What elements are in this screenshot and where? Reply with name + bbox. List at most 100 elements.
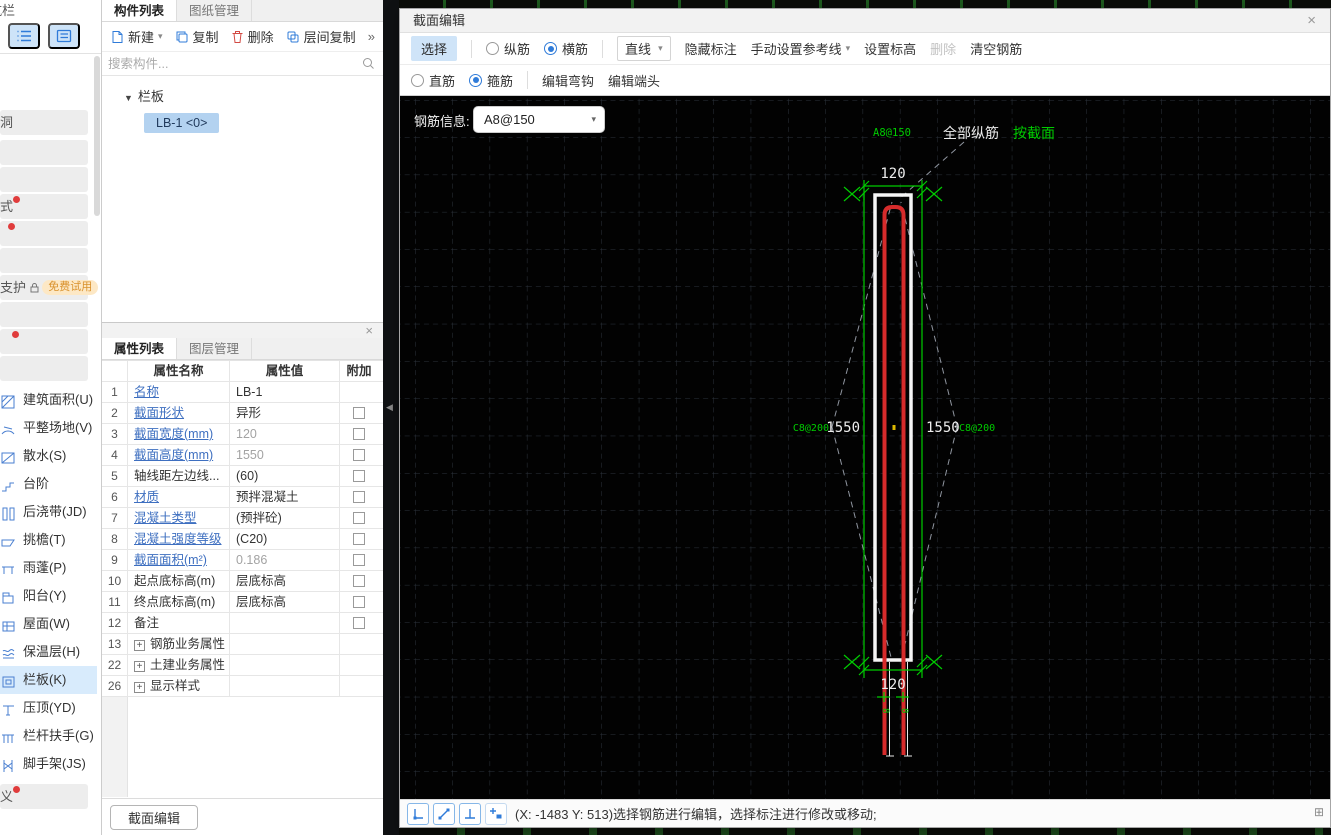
radio-icon[interactable] (411, 73, 424, 87)
tree-group-parapet[interactable]: ▼ 栏板 (102, 86, 383, 105)
expand-icon[interactable]: + (134, 640, 145, 651)
section-edit-button[interactable]: 截面编辑 (110, 805, 198, 830)
attach-checkbox[interactable] (353, 596, 365, 608)
nav-row-fragment[interactable]: 义 (0, 784, 88, 809)
attach-checkbox[interactable] (353, 449, 365, 461)
radio-longitudinal[interactable]: 纵筋 (486, 39, 530, 58)
sidebar-item-coping[interactable]: 压顶(YD) (0, 694, 97, 722)
tab-drawing-management[interactable]: 图纸管理 (177, 0, 253, 21)
close-icon[interactable]: × (365, 323, 373, 339)
sidebar-item-scaffolding[interactable]: 脚手架(JS) (0, 750, 97, 778)
nav-row-fragment[interactable] (0, 167, 88, 192)
polar-line-button[interactable] (433, 802, 455, 825)
attach-checkbox[interactable] (353, 554, 365, 566)
hide-annotation-button[interactable]: 隐藏标注 (685, 39, 737, 58)
radio-straight-bar[interactable]: 直筋 (411, 71, 455, 90)
right-stirrup-label[interactable]: C8@200 (959, 423, 995, 434)
tab-layer-management[interactable]: 图层管理 (177, 338, 253, 359)
sidebar-item-post-cast-strip[interactable]: 后浇带(JD) (0, 498, 97, 526)
left-stirrup-label[interactable]: C8@200 (793, 423, 829, 434)
sidebar-item-canopy[interactable]: 雨蓬(P) (0, 554, 97, 582)
nav-row-fragment[interactable] (0, 140, 88, 165)
attach-checkbox[interactable] (353, 491, 365, 503)
nav-row-fragment[interactable]: 式 (0, 194, 88, 219)
table-row[interactable]: 12 备注 (102, 613, 383, 634)
collapse-panel-icon[interactable]: ◀ (386, 402, 393, 413)
nav-row-fragment[interactable]: 支护 免费试用 (0, 275, 99, 300)
expand-icon[interactable]: + (134, 661, 145, 672)
table-row[interactable]: 8 混凝土强度等级 (C20) (102, 529, 383, 550)
close-icon[interactable]: × (1307, 9, 1316, 33)
manual-reference-line-button[interactable]: 手动设置参考线 ▾ (751, 39, 851, 58)
nav-scrollbar[interactable] (94, 56, 100, 216)
card-view-button[interactable] (48, 23, 80, 49)
sidebar-item-site-leveling[interactable]: 平整场地(V) (0, 414, 97, 442)
dim-top-text[interactable]: 120 (880, 166, 905, 182)
radio-stirrup[interactable]: 箍筋 (469, 71, 513, 90)
delete-rebar-button[interactable]: 删除 (930, 39, 956, 58)
search-input[interactable] (102, 52, 383, 75)
layer-copy-button[interactable]: 层间复制 (286, 27, 356, 46)
attach-checkbox[interactable] (353, 575, 365, 587)
edit-end-button[interactable]: 编辑端头 (608, 71, 660, 90)
dim-left-text[interactable]: 1550 (826, 420, 860, 436)
attach-checkbox[interactable] (353, 533, 365, 545)
sidebar-item-balcony[interactable]: 阳台(Y) (0, 582, 97, 610)
table-group-row[interactable]: 22 + 土建业务属性 (102, 655, 383, 676)
nav-row-fragment[interactable] (0, 329, 88, 354)
table-row[interactable]: 11 终点底标高(m) 层底标高 (102, 592, 383, 613)
sidebar-item-parapet-panel[interactable]: 栏板(K) (0, 666, 97, 694)
copy-button[interactable]: 复制 (175, 27, 219, 46)
radio-transverse[interactable]: 横筋 (544, 39, 588, 58)
tree-item-lb1[interactable]: LB-1 <0> (144, 113, 220, 133)
list-view-button[interactable] (8, 23, 40, 49)
table-row[interactable]: 9 截面面积(m²) 0.186 (102, 550, 383, 571)
table-row[interactable]: 1 名称 LB-1 (102, 382, 383, 403)
tree-expand-icon[interactable]: ▼ (124, 93, 133, 103)
attach-checkbox[interactable] (353, 617, 365, 629)
table-row[interactable]: 6 材质 预拌混凝土 (102, 487, 383, 508)
attach-checkbox[interactable] (353, 470, 365, 482)
line-type-dropdown[interactable]: 直线 ▾ (617, 36, 671, 61)
nav-row-fragment[interactable] (0, 356, 88, 381)
attach-checkbox[interactable] (353, 407, 365, 419)
attach-checkbox[interactable] (353, 428, 365, 440)
section-canvas[interactable]: 8 8 A8@150 全部纵筋 按截面 120 1550 1550 C8@200… (400, 96, 1330, 799)
dim-right-text[interactable]: 1550 (926, 420, 960, 436)
tab-component-list[interactable]: 构件列表 (102, 0, 178, 21)
delete-button[interactable]: 删除 (231, 27, 274, 46)
new-button[interactable]: 新建 ▾ (110, 27, 163, 46)
sidebar-item-steps[interactable]: 台阶 (0, 470, 97, 498)
table-group-row[interactable]: 26 + 显示样式 (102, 676, 383, 697)
edit-hook-button[interactable]: 编辑弯钩 (542, 71, 594, 90)
set-elevation-button[interactable]: 设置标高 (864, 39, 916, 58)
table-row[interactable]: 5 轴线距左边线... (60) (102, 466, 383, 487)
nav-row-fragment[interactable] (0, 248, 88, 273)
sidebar-item-insulation[interactable]: 保温层(H) (0, 638, 97, 666)
sidebar-item-building-area[interactable]: 建筑面积(U) (0, 386, 97, 414)
tab-property-list[interactable]: 属性列表 (102, 338, 178, 359)
sidebar-item-roof[interactable]: 屋面(W) (0, 610, 97, 638)
dim-bottom-text[interactable]: 120 (880, 677, 905, 693)
nav-row-fragment[interactable]: 洞 (0, 110, 88, 135)
table-row[interactable]: 7 混凝土类型 (预拌砼) (102, 508, 383, 529)
sidebar-item-railing-handrail[interactable]: 栏杆扶手(G) (0, 722, 97, 750)
clear-rebar-button[interactable]: 清空钢筋 (970, 39, 1022, 58)
rebar-info-dropdown[interactable]: A8@150 ▾ (473, 106, 605, 133)
radio-icon[interactable] (469, 73, 483, 87)
attach-checkbox[interactable] (353, 512, 365, 524)
sidebar-item-eaves[interactable]: 挑檐(T) (0, 526, 97, 554)
radio-icon[interactable] (544, 42, 558, 55)
nav-row-fragment[interactable] (0, 302, 88, 327)
nav-row-fragment[interactable] (0, 221, 88, 246)
table-row[interactable]: 10 起点底标高(m) 层底标高 (102, 571, 383, 592)
table-group-row[interactable]: 13 + 钢筋业务属性 (102, 634, 383, 655)
table-row[interactable]: 3 截面宽度(mm) 120 (102, 424, 383, 445)
expand-icon[interactable]: + (134, 682, 145, 693)
perpendicular-snap-button[interactable] (459, 802, 481, 825)
radio-icon[interactable] (486, 42, 500, 55)
point-snap-button[interactable] (485, 802, 507, 825)
more-tools-button[interactable]: » (368, 29, 375, 44)
grid-icon[interactable]: ⊞ (1314, 806, 1324, 818)
ortho-axis-button[interactable] (407, 802, 429, 825)
